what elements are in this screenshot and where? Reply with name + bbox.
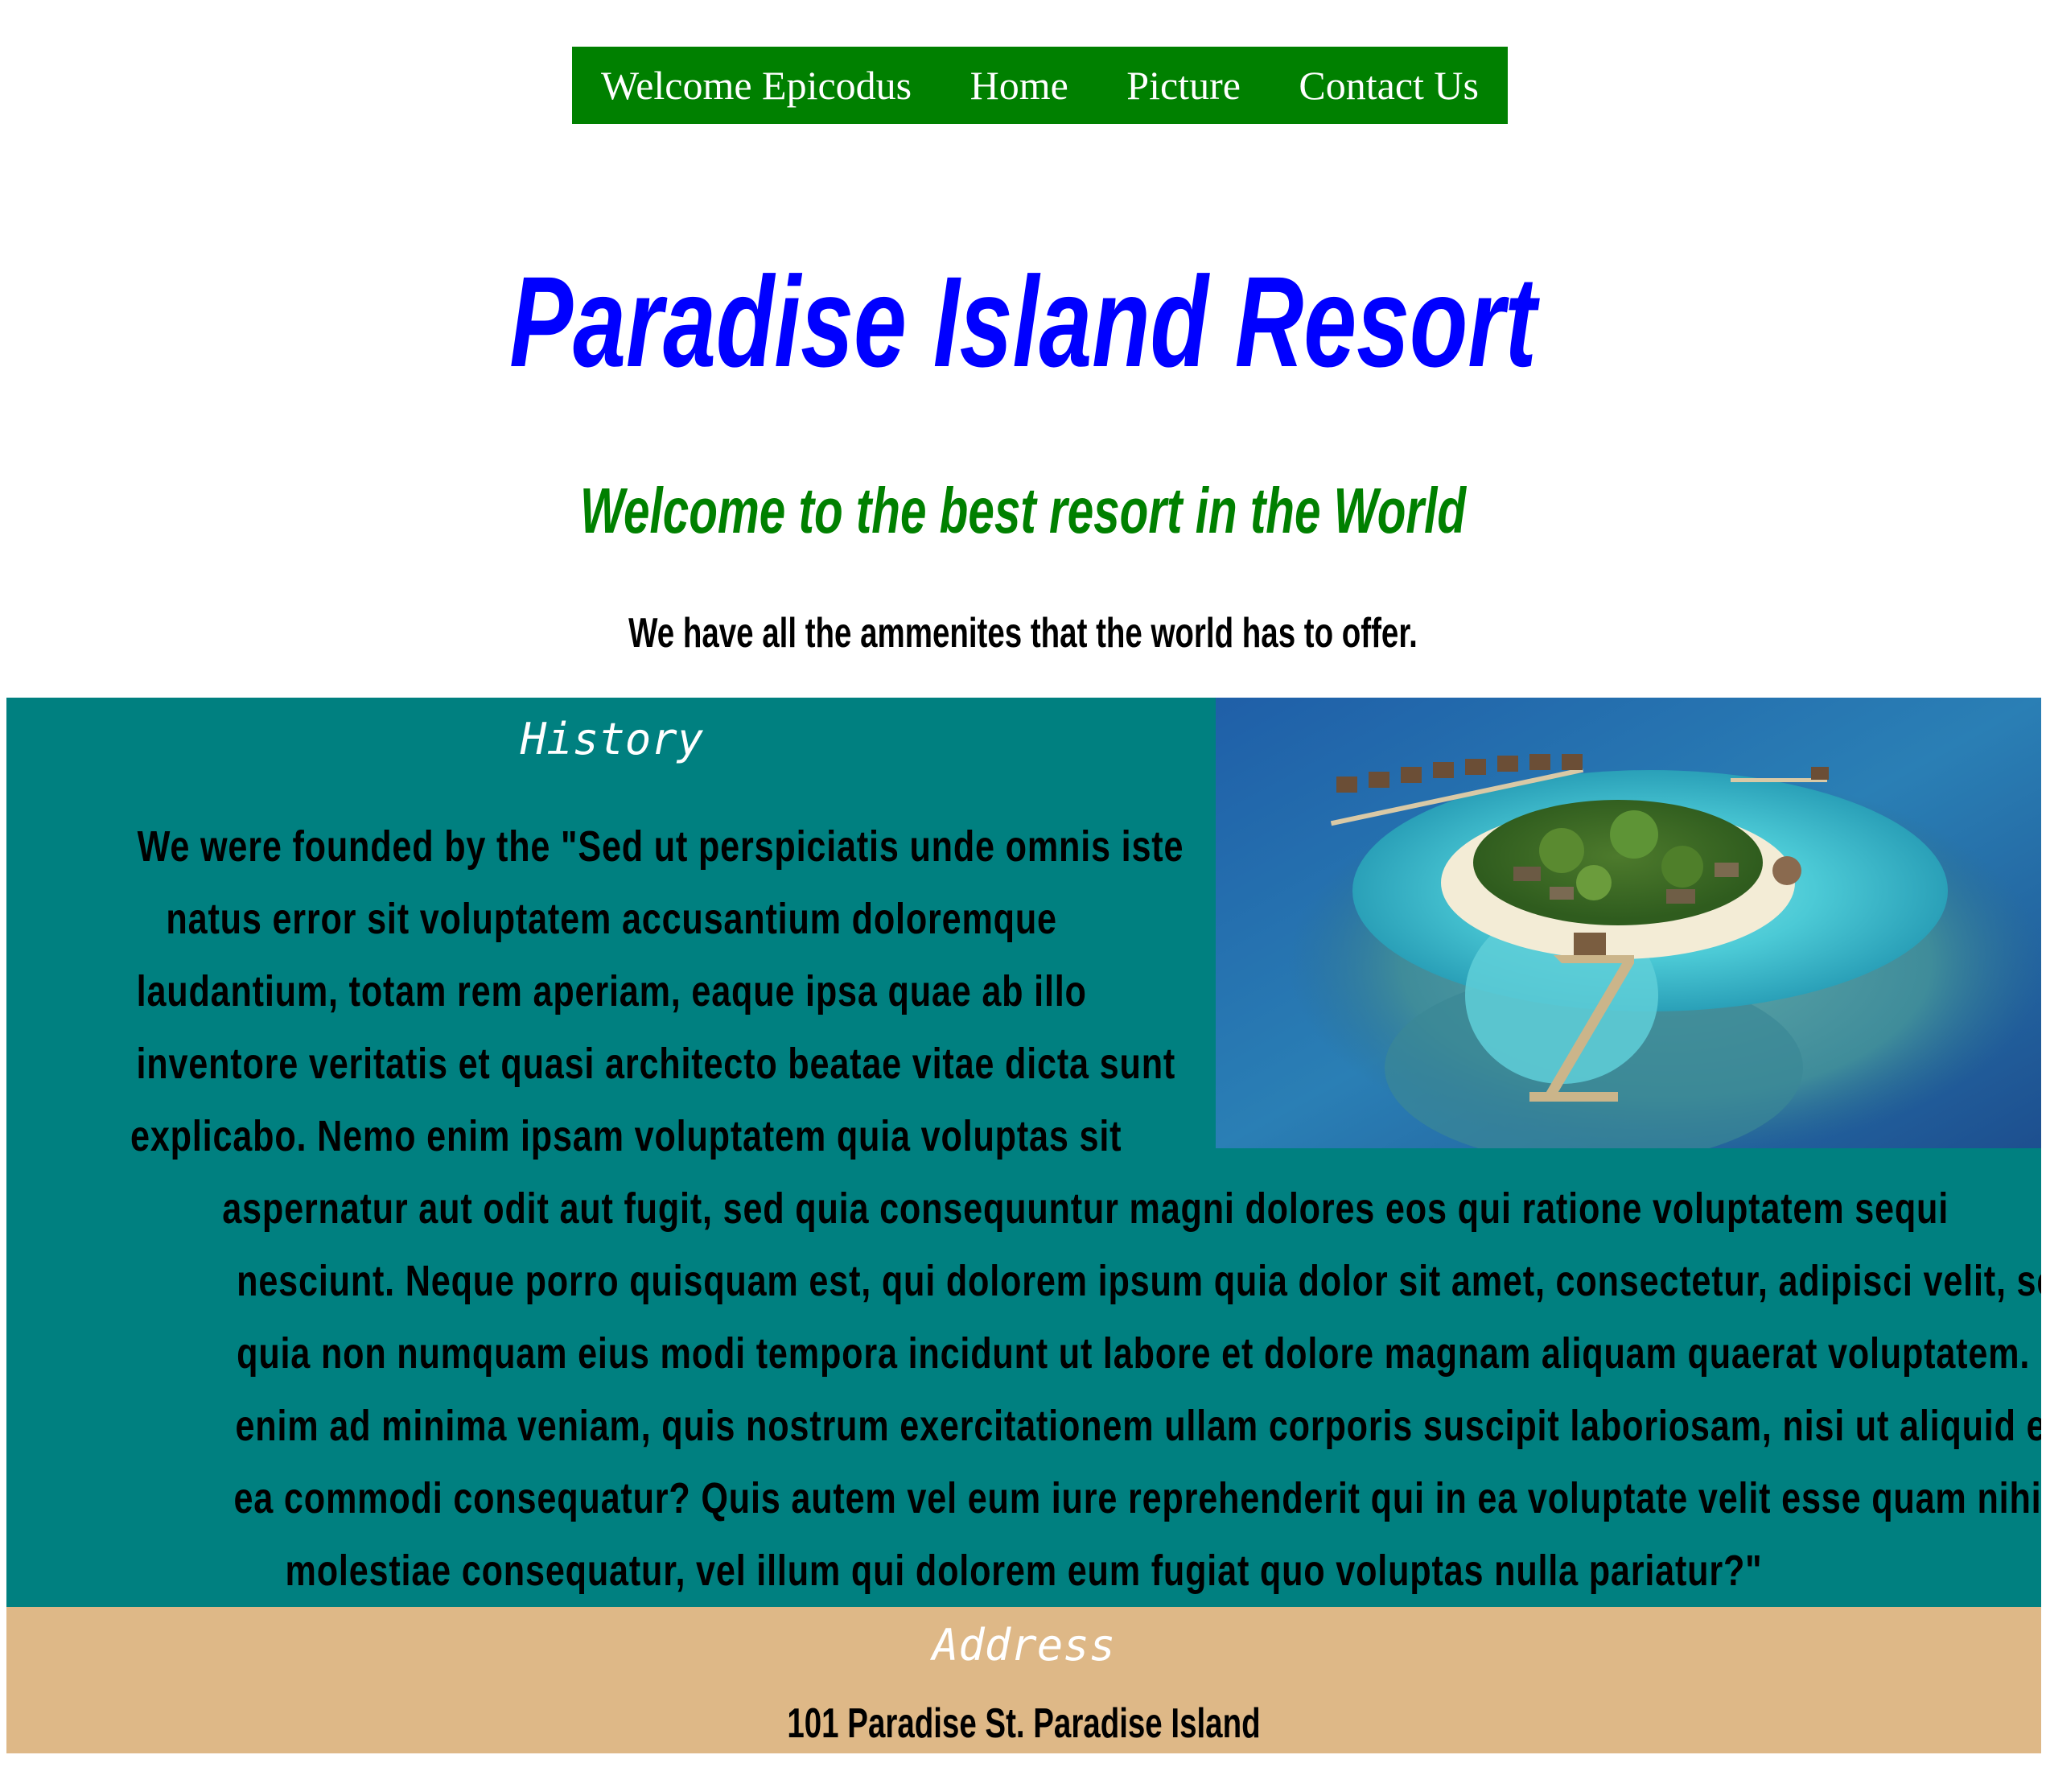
history-paragraph: We were founded by the "Sed ut perspicia…: [6, 810, 2041, 1607]
nav-link-welcome-epicodus[interactable]: Welcome Epicodus: [601, 65, 912, 105]
page-subtitle: Welcome to the best resort in the World: [579, 475, 1467, 546]
history-heading: History: [520, 714, 704, 764]
nav-link-picture[interactable]: Picture: [1126, 65, 1241, 105]
history-line: ea commodi consequatur? Quis autem vel e…: [233, 1474, 2041, 1522]
address-heading: Address: [932, 1620, 1116, 1670]
page-title: Paradise Island Resort: [509, 249, 1537, 393]
nav-link-home[interactable]: Home: [970, 65, 1068, 105]
subtitle-container: Welcome to the best resort in the World: [0, 471, 2046, 551]
history-line: We were founded by the "Sed ut perspicia…: [137, 822, 1184, 871]
history-line: enim ad minima veniam, quis nostrum exer…: [235, 1402, 2041, 1450]
history-line: quia non numquam eius modi tempora incid…: [237, 1329, 2041, 1378]
history-line: inventore veritatis et quasi architecto …: [136, 1040, 1176, 1088]
history-line: natus error sit voluptatem accusantium d…: [166, 895, 1058, 943]
page-title-container: Paradise Island Resort: [0, 241, 2046, 402]
address-text-container: 101 Paradise St. Paradise Island: [6, 1695, 2041, 1752]
nav-link-contact-us[interactable]: Contact Us: [1299, 65, 1479, 105]
history-section: History We were founded by the "Sed ut p…: [6, 698, 2041, 1607]
history-line: molestiae consequatur, vel illum qui dol…: [285, 1547, 1763, 1595]
history-line: explicabo. Nemo enim ipsam voluptatem qu…: [130, 1112, 1122, 1160]
history-line: nesciunt. Neque porro quisquam est, qui …: [237, 1257, 2041, 1305]
address-text: 101 Paradise St. Paradise Island: [787, 1700, 1261, 1747]
history-line: aspernatur aut odit aut fugit, sed quia …: [222, 1184, 1949, 1233]
tagline-container: We have all the ammenites that the world…: [0, 608, 2046, 659]
address-section: Address 101 Paradise St. Paradise Island: [6, 1607, 2041, 1753]
page-tagline: We have all the ammenites that the world…: [628, 610, 1418, 657]
history-line: laudantium, totam rem aperiam, eaque ips…: [136, 967, 1088, 1015]
top-nav: Welcome Epicodus Home Picture Contact Us: [572, 47, 1508, 124]
